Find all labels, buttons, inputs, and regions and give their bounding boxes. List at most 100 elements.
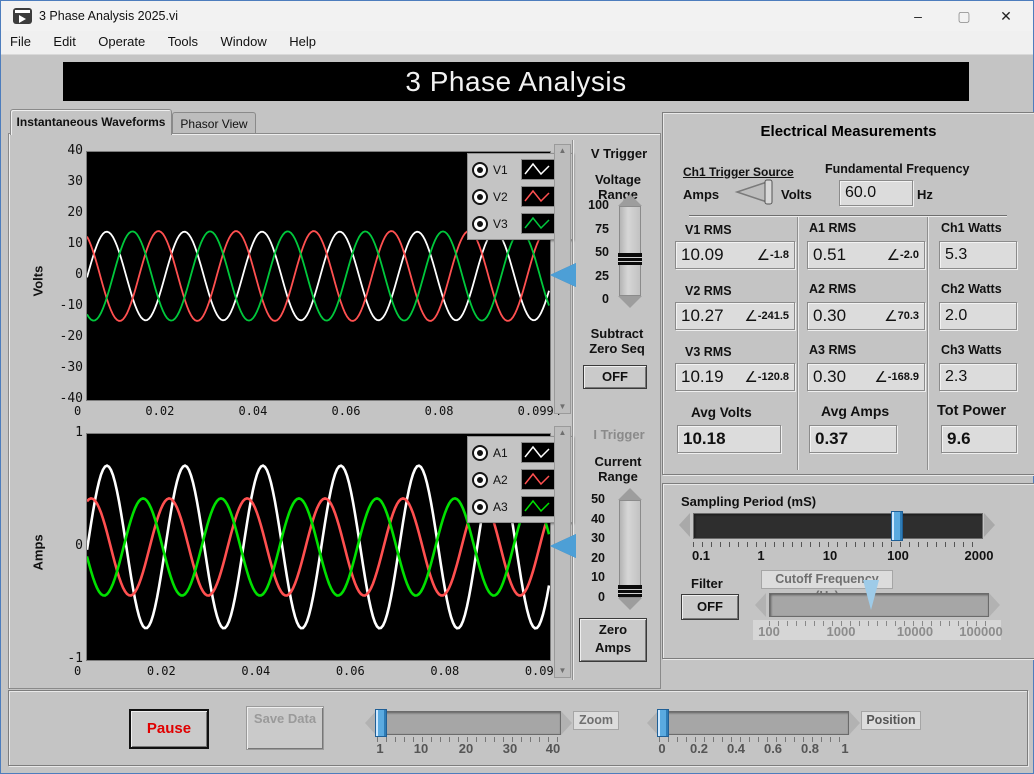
zero-amps-button[interactable]: Zero Amps xyxy=(579,618,647,662)
plot-visible-icon[interactable] xyxy=(472,188,488,205)
a1-rms-label: A1 RMS xyxy=(809,221,857,235)
v2-line-sample-icon[interactable] xyxy=(521,186,555,207)
page-title: 3 Phase Analysis xyxy=(63,62,969,101)
tab-instantaneous-waveforms[interactable]: Instantaneous Waveforms xyxy=(10,109,172,135)
ch2-watts-value: 2.0 xyxy=(939,302,1017,330)
cutoff-frequency-slider[interactable] xyxy=(769,593,989,617)
avg-volts-label: Avg Volts xyxy=(691,405,752,420)
plot-visible-icon[interactable] xyxy=(472,444,488,461)
sampling-period-handle[interactable] xyxy=(891,511,903,541)
v1-rms-label: V1 RMS xyxy=(685,223,732,237)
waveforms-tab-panel: Volts 40 30 20 10 0 -10 -20 -30 -40 0 0.… xyxy=(8,133,661,689)
close-button[interactable]: ✕ xyxy=(983,1,1029,31)
plot-visible-icon[interactable] xyxy=(472,215,488,232)
ch1-watts-label: Ch1 Watts xyxy=(941,221,1002,235)
v3-rms-value: 10.19 ∠ -120.8 xyxy=(675,363,795,391)
position-label: Position xyxy=(861,711,921,730)
volts-y-ticks: 40 30 20 10 0 -10 -20 -30 -40 xyxy=(59,143,83,406)
zoom-slider[interactable] xyxy=(377,711,561,735)
angle-icon: ∠ xyxy=(886,247,901,264)
v2-rms-value: 10.27 ∠ -241.5 xyxy=(675,302,795,330)
i-trigger-level-cursor[interactable] xyxy=(550,534,576,558)
current-range-slider[interactable] xyxy=(617,488,643,610)
minimize-button[interactable]: – xyxy=(895,1,941,31)
a2-line-sample-icon[interactable] xyxy=(521,469,555,490)
slider-right-arrow-icon[interactable] xyxy=(561,711,572,735)
slider-increment-icon[interactable] xyxy=(618,194,642,206)
menu-window[interactable]: Window xyxy=(212,31,276,52)
a3-line-sample-icon[interactable] xyxy=(521,496,555,517)
scroll-up-icon[interactable]: ▲ xyxy=(559,145,567,157)
avg-volts-value: 10.18 xyxy=(677,425,781,453)
angle-icon: ∠ xyxy=(884,308,898,325)
filter-button[interactable]: OFF xyxy=(681,594,739,620)
subtract-zero-seq-button[interactable]: OFF xyxy=(583,365,647,389)
current-range-handle[interactable] xyxy=(618,585,642,597)
v-trigger-title: V Trigger xyxy=(590,146,648,161)
pause-button[interactable]: Pause xyxy=(129,709,209,749)
a3-rms-value: 0.30 ∠ -168.9 xyxy=(807,363,925,391)
labview-app-icon xyxy=(13,8,32,24)
angle-icon: ∠ xyxy=(756,247,771,264)
v-trigger-level-cursor[interactable] xyxy=(550,263,576,287)
slider-right-arrow-icon[interactable] xyxy=(849,711,860,735)
tab-phasor-view[interactable]: Phasor View xyxy=(172,112,256,135)
slider-increment-icon[interactable] xyxy=(618,488,642,500)
angle-icon: ∠ xyxy=(874,369,888,386)
sampling-scale-ticks xyxy=(693,542,981,547)
plot-visible-icon[interactable] xyxy=(472,471,488,488)
fundamental-frequency-input[interactable]: 60.0 xyxy=(839,180,913,206)
plot-visible-icon[interactable] xyxy=(472,161,488,178)
v1-line-sample-icon[interactable] xyxy=(521,159,555,180)
amps-x-ticks: 0 0.02 0.04 0.06 0.08 0.099 xyxy=(74,664,561,678)
divider xyxy=(572,140,574,680)
cutoff-scale-ticks xyxy=(769,621,987,626)
ch1-watts-value: 5.3 xyxy=(939,241,1017,269)
slider-right-arrow-icon[interactable] xyxy=(984,513,995,537)
avg-amps-label: Avg Amps xyxy=(821,403,890,419)
angle-icon: ∠ xyxy=(744,369,758,386)
trigger-source-volts-label: Volts xyxy=(781,187,812,202)
v2-rms-label: V2 RMS xyxy=(685,284,732,298)
position-slider[interactable] xyxy=(659,711,849,735)
slider-decrement-icon[interactable] xyxy=(618,296,642,308)
tot-power-label: Tot Power xyxy=(937,403,1007,419)
voltage-range-handle[interactable] xyxy=(618,253,642,265)
slider-decrement-icon[interactable] xyxy=(618,598,642,610)
sampling-period-label: Sampling Period (mS) xyxy=(681,494,817,509)
menu-file[interactable]: File xyxy=(1,31,40,52)
v3-line-sample-icon[interactable] xyxy=(521,213,555,234)
current-range-scale: 50 40 30 20 10 0 xyxy=(591,492,605,604)
electrical-measurements-panel: Electrical Measurements Ch1 Trigger Sour… xyxy=(662,112,1034,475)
ch3-watts-label: Ch3 Watts xyxy=(941,343,1002,357)
zoom-handle[interactable] xyxy=(375,709,387,737)
slider-right-arrow-icon[interactable] xyxy=(989,593,1000,617)
v3-rms-label: V3 RMS xyxy=(685,345,732,359)
plot-visible-icon[interactable] xyxy=(472,498,488,515)
app-window: 3 Phase Analysis 2025.vi – ▢ ✕ File Edit… xyxy=(0,0,1034,774)
ch2-watts-label: Ch2 Watts xyxy=(941,282,1002,296)
voltage-range-slider[interactable] xyxy=(617,194,643,308)
menu-help[interactable]: Help xyxy=(280,31,325,52)
trigger-source-switch[interactable] xyxy=(731,179,777,205)
maximize-button[interactable]: ▢ xyxy=(941,1,987,31)
scroll-up-icon[interactable]: ▲ xyxy=(559,427,567,439)
a1-rms-value: 0.51 ∠ -2.0 xyxy=(807,241,925,269)
slider-left-arrow-icon[interactable] xyxy=(679,513,690,537)
cutoff-frequency-pointer[interactable] xyxy=(863,580,879,610)
scroll-down-icon[interactable]: ▼ xyxy=(559,665,567,677)
menu-operate[interactable]: Operate xyxy=(89,31,154,52)
amps-y-ticks: 1 0 -1 xyxy=(67,425,83,666)
save-data-button[interactable]: Save Data xyxy=(246,706,324,750)
scroll-down-icon[interactable]: ▼ xyxy=(559,401,567,413)
a1-line-sample-icon[interactable] xyxy=(521,442,555,463)
current-range-label: Current Range xyxy=(594,454,642,484)
sampling-period-slider[interactable] xyxy=(693,513,983,539)
menu-edit[interactable]: Edit xyxy=(44,31,84,52)
voltage-range-scale: 100 75 50 25 0 xyxy=(588,198,609,306)
menu-tools[interactable]: Tools xyxy=(159,31,207,52)
position-handle[interactable] xyxy=(657,709,669,737)
a3-rms-label: A3 RMS xyxy=(809,343,857,357)
volts-axis-label: Volts xyxy=(30,265,46,297)
slider-left-arrow-icon[interactable] xyxy=(755,593,766,617)
